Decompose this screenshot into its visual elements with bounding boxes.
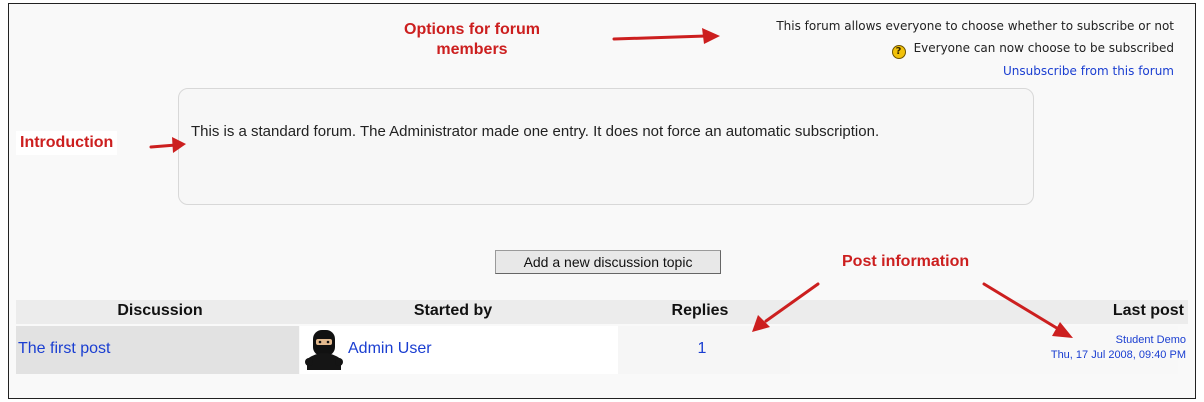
subscription-status: ? Everyone can now choose to be subscribe… bbox=[891, 41, 1174, 59]
annotation-introduction: Introduction bbox=[16, 131, 118, 155]
question-mark-icon[interactable]: ? bbox=[891, 45, 906, 59]
column-header-last-post: Last post bbox=[1112, 302, 1184, 319]
last-post-date-link[interactable]: Thu, 17 Jul 2008, 09:40 PM bbox=[1051, 349, 1186, 361]
started-by-user-link[interactable]: Admin User bbox=[348, 340, 432, 358]
ninja-avatar-icon[interactable] bbox=[304, 329, 344, 371]
subscription-status-text: Everyone can now choose to be subscribed bbox=[913, 41, 1174, 55]
add-discussion-topic-button[interactable]: Add a new discussion topic bbox=[495, 250, 721, 274]
annotation-post-information: Post information bbox=[842, 253, 970, 270]
forum-intro-text: This is a standard forum. The Administra… bbox=[191, 123, 880, 140]
column-header-started-by: Started by bbox=[413, 302, 493, 319]
discussion-title-link[interactable]: The first post bbox=[18, 340, 110, 358]
replies-count-link[interactable]: 1 bbox=[692, 340, 712, 358]
annotation-options-forum-members: Options for forum members bbox=[404, 21, 540, 58]
last-post-author-link[interactable]: Student Demo bbox=[1116, 334, 1186, 346]
column-header-replies: Replies bbox=[671, 302, 729, 319]
forum-intro-box bbox=[178, 88, 1034, 205]
column-header-discussion: Discussion bbox=[117, 302, 203, 319]
unsubscribe-link[interactable]: Unsubscribe from this forum bbox=[1003, 64, 1174, 78]
subscription-mode-text: This forum allows everyone to choose whe… bbox=[776, 19, 1174, 33]
